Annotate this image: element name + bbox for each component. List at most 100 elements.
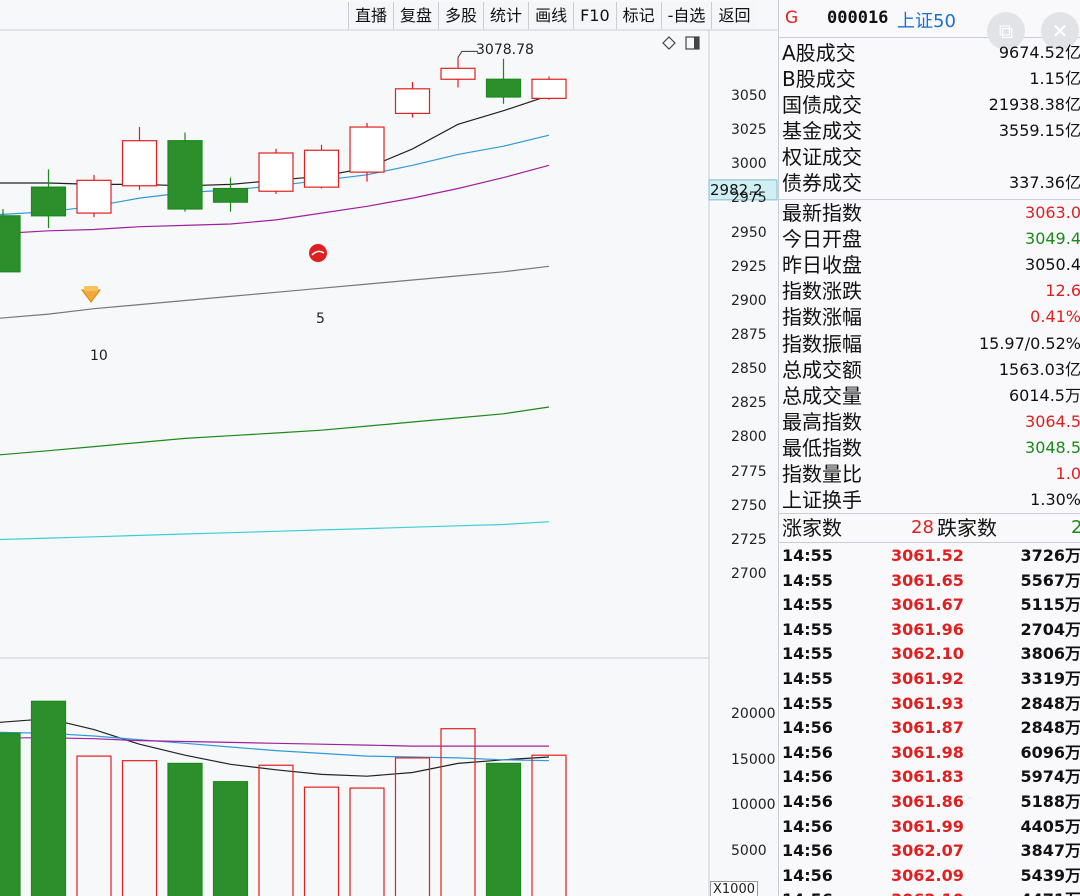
toolbar-button[interactable]: -自选 — [660, 2, 712, 29]
price-axis-label: 2925 — [731, 258, 767, 275]
tick-time: 14:56 — [782, 865, 833, 885]
tick-volume: 5188万 — [1020, 792, 1080, 811]
stat-row: 今日开盘 3049.4 — [779, 226, 1080, 252]
stat-value: 3063.0 — [1025, 203, 1080, 222]
tick-time: 14:55 — [782, 669, 833, 688]
tick-time: 14:56 — [782, 718, 833, 738]
tick-price: 3061.65 — [891, 570, 964, 590]
volume-bar[interactable] — [485, 762, 522, 896]
tick-price: 3061.83 — [891, 767, 964, 787]
toolbar-button[interactable]: 多股 — [438, 2, 484, 29]
stat-value: 12.6 — [1045, 281, 1080, 301]
stat-value: 3048.5 — [1025, 437, 1080, 457]
price-axis-label: 2950 — [731, 224, 767, 241]
price-axis-label: 2725 — [731, 531, 767, 548]
volume-bar[interactable] — [30, 700, 67, 896]
tick-volume: 3806万 — [1020, 644, 1080, 664]
candlestick[interactable] — [76, 174, 112, 218]
toolbar-button[interactable]: 复盘 — [393, 2, 439, 29]
stat-label: 权证成交 — [782, 145, 862, 169]
stat-row: 权证成交 — [779, 144, 1080, 170]
candlestick[interactable] — [303, 144, 340, 189]
toolbar-button[interactable]: F10 — [573, 2, 616, 29]
stat-row: B股成交 1.15亿 — [779, 66, 1080, 92]
tick-row: 14:56 3062.09 5439万 — [779, 864, 1080, 889]
tick-price: 3062.09 — [891, 865, 964, 885]
ma-period-label: 5 — [316, 311, 325, 327]
tick-time: 14:55 — [782, 546, 833, 565]
stat-row: 国债成交 21938.38亿 — [779, 92, 1080, 118]
candlestick[interactable] — [531, 76, 567, 100]
tick-time: 14:56 — [782, 792, 833, 811]
tick-price: 3061.92 — [891, 669, 964, 688]
stat-label: 今日开盘 — [782, 227, 862, 252]
tick-row: 14:56 3061.87 2848万 — [779, 716, 1080, 741]
tick-row: 14:56 3061.99 4405万 — [779, 815, 1080, 840]
kline-chart[interactable] — [0, 0, 778, 896]
candle-body — [121, 140, 158, 187]
tick-price: 3061.99 — [891, 816, 964, 836]
candle-body — [440, 67, 476, 80]
stock-name[interactable]: 上证50 — [897, 7, 956, 33]
tick-volume: 3726万 — [1020, 546, 1080, 565]
volume-bar[interactable] — [212, 781, 249, 896]
stat-row: 总成交额 1563.03亿 — [779, 357, 1080, 383]
stat-row: 基金成交 3559.15亿 — [779, 118, 1080, 144]
quote-header: G 000016 上证50 ⧉ ✕ — [779, 0, 1080, 50]
toolbar-button[interactable]: 画线 — [528, 2, 574, 29]
tick-price: 3061.86 — [891, 792, 964, 811]
high-price-label: 3078.78 — [476, 42, 534, 59]
tick-row: 14:56 3062.07 3847万 — [779, 839, 1080, 864]
down-count-label: 跌家数 — [937, 516, 997, 540]
volume-bar[interactable] — [0, 732, 21, 896]
stat-value: 1.0 — [1055, 464, 1080, 483]
candle-body — [167, 140, 203, 210]
market-breadth: 涨家数 28 跌家数 2 — [779, 515, 1080, 541]
tick-time: 14:56 — [782, 767, 833, 787]
stat-value: 3559.15亿 — [998, 121, 1080, 140]
price-axis-label: 2875 — [731, 327, 767, 343]
tick-volume: 2704万 — [1020, 619, 1080, 639]
tick-time: 14:55 — [782, 619, 833, 639]
stat-label: 总成交额 — [782, 357, 862, 382]
stat-row: 指数量比 1.0 — [779, 461, 1080, 487]
candlestick[interactable] — [167, 132, 203, 212]
price-axis-label: 3025 — [731, 122, 767, 139]
tick-price: 3062.10 — [891, 644, 964, 664]
stat-row: 上证换手 1.30% — [779, 487, 1080, 513]
tick-row: 14:55 3061.65 5567万 — [779, 569, 1080, 594]
tick-price: 3061.87 — [891, 718, 964, 738]
stat-row: 指数涨跌 12.6 — [779, 278, 1080, 304]
toolbar-button[interactable]: 直播 — [348, 2, 394, 29]
event-ball-icon[interactable] — [309, 244, 327, 262]
stat-value: 3049.4 — [1025, 229, 1080, 249]
price-axis-label: 2850 — [731, 361, 767, 378]
candle-body — [394, 88, 431, 114]
tick-price: 3062.07 — [891, 841, 964, 861]
price-axis-label: 2700 — [731, 566, 767, 582]
tick-volume: 5567万 — [1020, 570, 1080, 590]
candlestick[interactable] — [258, 148, 294, 194]
volume-bar[interactable] — [167, 762, 203, 896]
stat-row: 总成交量 6014.5万 — [779, 383, 1080, 409]
quote-panel: G 000016 上证50 ⧉ ✕ A股成交 9674.52亿 B股成交 1.15亿国… — [778, 0, 1080, 896]
stat-label: A股成交 — [782, 41, 856, 65]
toolbar-button[interactable]: 返回 — [711, 2, 757, 29]
stat-label: 总成交量 — [782, 383, 862, 408]
tick-volume: 5974万 — [1020, 767, 1080, 787]
stat-row: 昨日收盘 3050.4 — [779, 252, 1080, 278]
stat-value: 6014.5万 — [1009, 385, 1080, 405]
candle-body — [349, 126, 385, 173]
tick-row: 14:56 3061.86 5188万 — [779, 790, 1080, 815]
tick-price: 3061.96 — [891, 619, 964, 639]
price-axis-label: 2800 — [731, 429, 767, 446]
toolbar-button[interactable]: 统计 — [483, 2, 529, 29]
candle-body — [0, 215, 21, 273]
tick-row: 14:55 3061.96 2704万 — [779, 618, 1080, 643]
stat-row: 最新指数 3063.0 — [779, 200, 1080, 226]
toolbar-button[interactable]: 标记 — [615, 2, 661, 29]
stat-label: 指数振幅 — [782, 331, 862, 356]
volume-axis-label: 20000 — [731, 706, 776, 722]
tick-time: 14:55 — [782, 595, 833, 615]
candlestick[interactable] — [0, 208, 21, 273]
